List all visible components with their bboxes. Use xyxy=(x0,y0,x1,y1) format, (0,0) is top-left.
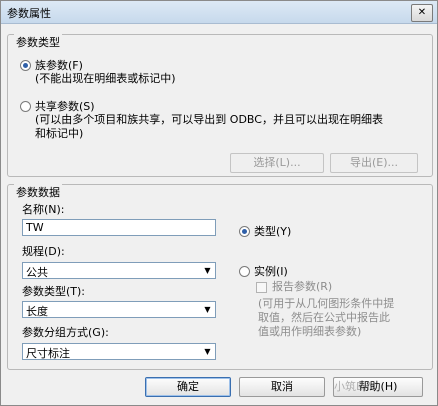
parameter-type-label: 参数类型(T): xyxy=(22,285,86,298)
watermark: 小筑BIM xyxy=(334,380,377,393)
parameter-properties-dialog: 参数属性 ✕ 参数类型 族参数(F) (不能出现在明细表或标记中) 共享参数(S… xyxy=(0,0,438,406)
instance-radio-dot xyxy=(239,265,250,277)
dialog-title: 参数属性 xyxy=(7,7,51,20)
family-parameter-radio[interactable]: 族参数(F) xyxy=(20,57,83,73)
parameter-type-legend: 参数类型 xyxy=(14,34,62,50)
shared-parameter-desc-line1: (可以由多个项目和族共享，可以导出到 ODBC，并且可以出现在明细表 xyxy=(35,113,383,126)
shared-parameter-radio[interactable]: 共享参数(S) xyxy=(20,98,95,114)
chevron-down-icon: ▼ xyxy=(204,347,211,356)
chevron-down-icon: ▼ xyxy=(204,266,211,275)
family-parameter-desc: (不能出现在明细表或标记中) xyxy=(35,72,176,85)
parameter-type-value: 长度 xyxy=(26,305,48,318)
group-parameter-under-select[interactable]: 尺寸标注 ▼ xyxy=(22,343,216,360)
cancel-button[interactable]: 取消 xyxy=(239,377,325,397)
discipline-label: 规程(D): xyxy=(22,245,65,258)
chevron-down-icon: ▼ xyxy=(204,305,211,314)
parameter-data-legend: 参数数据 xyxy=(14,184,62,200)
group-parameter-under-label: 参数分组方式(G): xyxy=(22,326,109,339)
parameter-type-select[interactable]: 长度 ▼ xyxy=(22,301,216,318)
ok-button[interactable]: 确定 xyxy=(145,377,231,397)
family-parameter-radio-dot xyxy=(20,59,31,71)
parameter-type-group: 参数类型 族参数(F) (不能出现在明细表或标记中) 共享参数(S) (可以由多… xyxy=(7,34,433,177)
instance-radio[interactable]: 实例(I) xyxy=(239,263,288,279)
discipline-value: 公共 xyxy=(26,266,48,279)
name-label: 名称(N): xyxy=(22,203,65,216)
reporting-parameter-desc-line3: 值或用作明细表参数) xyxy=(258,325,362,338)
close-icon: ✕ xyxy=(417,7,427,18)
type-radio-dot xyxy=(239,225,250,237)
reporting-parameter-label: 报告参数(R) xyxy=(272,280,333,293)
type-radio[interactable]: 类型(Y) xyxy=(239,223,291,239)
close-button[interactable]: ✕ xyxy=(411,4,433,22)
title-bar: 参数属性 ✕ xyxy=(1,1,437,24)
shared-parameter-radio-dot xyxy=(20,100,31,112)
reporting-parameter-desc-line1: (可用于从几何图形条件中提 xyxy=(258,297,395,310)
shared-parameter-label: 共享参数(S) xyxy=(35,100,95,113)
family-parameter-label: 族参数(F) xyxy=(35,59,83,72)
instance-radio-label: 实例(I) xyxy=(254,265,288,278)
shared-parameter-desc-line2: 和标记中) xyxy=(35,127,84,140)
discipline-select[interactable]: 公共 ▼ xyxy=(22,262,216,279)
type-radio-label: 类型(Y) xyxy=(254,225,292,238)
name-input[interactable] xyxy=(22,219,216,236)
export-button[interactable]: 导出(E)... xyxy=(330,153,418,173)
reporting-parameter-checkbox[interactable] xyxy=(256,282,267,293)
parameter-data-group: 参数数据 名称(N): 规程(D): 公共 ▼ 参数类型(T): 长度 ▼ 参数… xyxy=(7,184,433,370)
reporting-parameter-desc-line2: 取值，然后在公式中报告此 xyxy=(258,311,390,324)
select-button[interactable]: 选择(L)... xyxy=(230,153,324,173)
group-parameter-under-value: 尺寸标注 xyxy=(26,347,70,360)
